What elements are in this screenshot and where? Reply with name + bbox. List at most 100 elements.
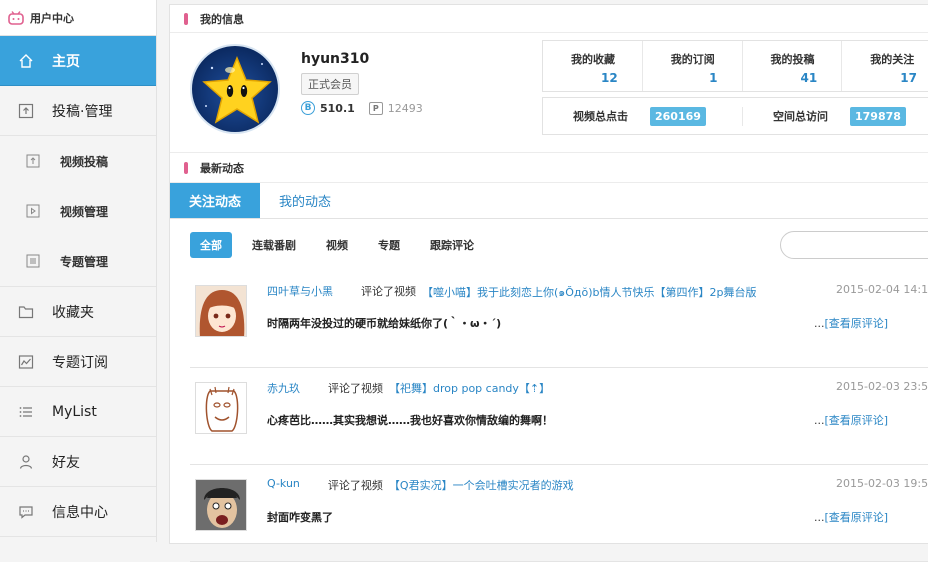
subscription-icon <box>16 352 36 372</box>
view-original-link[interactable]: [查看原评论] <box>825 414 889 427</box>
user-avatar[interactable] <box>195 285 247 337</box>
view-original-link[interactable]: [查看原评论] <box>825 317 889 330</box>
coin-count: 510.1 <box>320 101 355 115</box>
stat-label: 空间总访问 <box>773 110 828 123</box>
sidebar-item-friends[interactable]: 好友 <box>0 437 156 487</box>
feed-header: 最新动态 <box>170 153 928 183</box>
view-original-comment: ...[查看原评论] <box>814 412 888 428</box>
feed-comment: 心疼芭比……其实我想说……我也好喜欢你情敌编的舞啊！ <box>267 414 553 427</box>
sidebar-item-favorites[interactable]: 收藏夹 <box>0 287 156 337</box>
stat-label: 我的收藏 <box>571 53 615 66</box>
stat-value: 1 <box>709 71 718 85</box>
stat-label: 我的投稿 <box>770 53 815 66</box>
feed-action: 评论了视频 <box>361 285 416 298</box>
feed-comment: 时隔两年没投过的硬币就给妹纸你了(｀・ω・´) <box>267 317 502 330</box>
message-icon <box>16 502 36 522</box>
stat-label: 我的关注 <box>870 53 915 66</box>
feed-action: 评论了视频 <box>328 382 383 395</box>
points-count: 12493 <box>387 101 423 115</box>
filter-all[interactable]: 全部 <box>190 232 232 258</box>
feed-item: Q-kun 评论了视频 【Q君实况】一个会吐槽实况者的游戏 2015-02-03… <box>190 465 928 562</box>
feed-filters: 全部 连载番剧 视频 专题 跟踪评论 <box>170 219 928 271</box>
sidebar-title: 用户中心 <box>30 11 74 25</box>
tab-my-feed[interactable]: 我的动态 <box>260 183 350 218</box>
sidebar-item-home[interactable]: 主页 <box>0 36 156 86</box>
feed-item: 赤九玖 评论了视频 【祀舞】drop pop candy【⇡】 2015-02-… <box>190 368 928 465</box>
folder-icon <box>16 302 36 322</box>
feed-comment: 封面咋变黑了 <box>267 511 333 524</box>
ellipsis: ... <box>814 317 825 330</box>
feed-user-link[interactable]: 四叶草与小黑 <box>267 283 333 301</box>
bilibili-tv-icon <box>8 10 24 25</box>
feed-item: 四叶草与小黑 评论了视频 【噬小喵】我于此刻恋上你(๑Ŏдŏ)b情人节快乐【第四… <box>190 271 928 368</box>
feed-search-input[interactable] <box>780 231 928 259</box>
sidebar-item-label: 专题订阅 <box>52 354 108 371</box>
filter-series[interactable]: 连载番剧 <box>252 237 296 253</box>
section-marker <box>184 12 188 25</box>
sidebar-header: 用户中心 <box>0 0 156 36</box>
sidebar-item-label: 投稿·管理 <box>52 103 113 120</box>
video-manage-icon <box>24 202 42 220</box>
sidebar-item-label: 专题管理 <box>60 254 109 269</box>
filter-tracked-comments[interactable]: 跟踪评论 <box>430 237 474 253</box>
section-marker <box>184 161 188 174</box>
coin-icon: B <box>301 101 315 115</box>
user-avatar[interactable] <box>195 382 247 434</box>
feed-user-link[interactable]: Q-kun <box>267 477 300 493</box>
stat-following[interactable]: 我的关注 17 <box>842 41 928 91</box>
user-avatar[interactable] <box>195 479 247 531</box>
view-original-link[interactable]: [查看原评论] <box>825 511 889 524</box>
stats-panel: 我的收藏 12 我的订阅 1 我的投稿 41 我的关注 17 <box>542 40 928 92</box>
screaming-man-avatar-icon <box>196 480 246 530</box>
feed-video-link[interactable]: 【Q君实况】一个会吐槽实况者的游戏 <box>389 477 574 493</box>
stat-subscriptions[interactable]: 我的订阅 1 <box>643 41 743 91</box>
main-panel: 我的信息 hyun310 正式会员 B 510.1 P 12493 我的收藏 1… <box>169 4 928 562</box>
stat-video-clicks: 视频总点击 260169 <box>543 106 742 126</box>
sidebar-item-subscriptions[interactable]: 专题订阅 <box>0 337 156 387</box>
traffic-stats-panel: 视频总点击 260169 空间总访问 179878 <box>542 97 928 135</box>
stat-favorites[interactable]: 我的收藏 12 <box>543 41 643 91</box>
feed-video-link[interactable]: 【噬小喵】我于此刻恋上你(๑Ŏдŏ)b情人节快乐【第四作】2p舞台版 <box>422 283 757 301</box>
feed-item-header: 赤九玖 评论了视频 【祀舞】drop pop candy【⇡】 <box>267 380 550 396</box>
friends-icon <box>16 452 36 472</box>
feed-item-header: 四叶草与小黑 评论了视频 【噬小喵】我于此刻恋上你(๑Ŏдŏ)b情人节快乐【第四… <box>267 283 757 301</box>
star-mascot-icon <box>202 56 272 124</box>
points-icon: P <box>368 101 383 115</box>
stat-label: 我的订阅 <box>670 53 715 66</box>
feed-user-link[interactable]: 赤九玖 <box>267 380 300 396</box>
sidebar-item-upload-manage[interactable]: 投稿·管理 <box>0 86 156 136</box>
member-level-badge: 正式会员 <box>301 73 359 95</box>
section-title: 最新动态 <box>200 161 244 175</box>
ellipsis: ... <box>814 511 825 524</box>
stat-uploads[interactable]: 我的投稿 41 <box>743 41 843 91</box>
sidebar-item-label: 主页 <box>52 53 80 70</box>
avatar[interactable] <box>190 44 280 134</box>
sidebar-item-label: 信息中心 <box>52 504 108 521</box>
sidebar-item-topic-manage[interactable]: 专题管理 <box>0 236 156 286</box>
filter-video[interactable]: 视频 <box>326 237 348 253</box>
list-icon <box>16 402 36 422</box>
sidebar-item-messages[interactable]: 信息中心 <box>0 487 156 537</box>
view-original-comment: ...[查看原评论] <box>814 509 888 525</box>
feed-date: 2015-02-04 14:10 <box>836 283 928 296</box>
feed-date: 2015-02-03 19:55 <box>836 477 928 490</box>
tab-following-feed[interactable]: 关注动态 <box>170 183 260 218</box>
feed-date: 2015-02-03 23:52 <box>836 380 928 393</box>
sidebar-item-label: MyList <box>52 403 97 420</box>
feed-video-link[interactable]: 【祀舞】drop pop candy【⇡】 <box>389 380 550 396</box>
sidebar-item-mylist[interactable]: MyList <box>0 387 156 437</box>
anime-avatar-icon <box>196 286 246 336</box>
stat-space-visits: 空间总访问 179878 <box>742 106 928 126</box>
sidebar-item-video-upload[interactable]: 视频投稿 <box>0 136 156 186</box>
filter-topic[interactable]: 专题 <box>378 237 400 253</box>
meme-face-avatar-icon <box>196 383 246 433</box>
stat-value: 12 <box>601 71 618 85</box>
video-upload-icon <box>24 152 42 170</box>
home-icon <box>16 51 36 71</box>
stat-badge: 260169 <box>650 106 706 126</box>
username: hyun310 <box>301 51 370 67</box>
section-title: 我的信息 <box>200 12 244 26</box>
stat-value: 17 <box>900 71 917 85</box>
my-info-header: 我的信息 <box>170 5 928 33</box>
sidebar-item-video-manage[interactable]: 视频管理 <box>0 186 156 236</box>
